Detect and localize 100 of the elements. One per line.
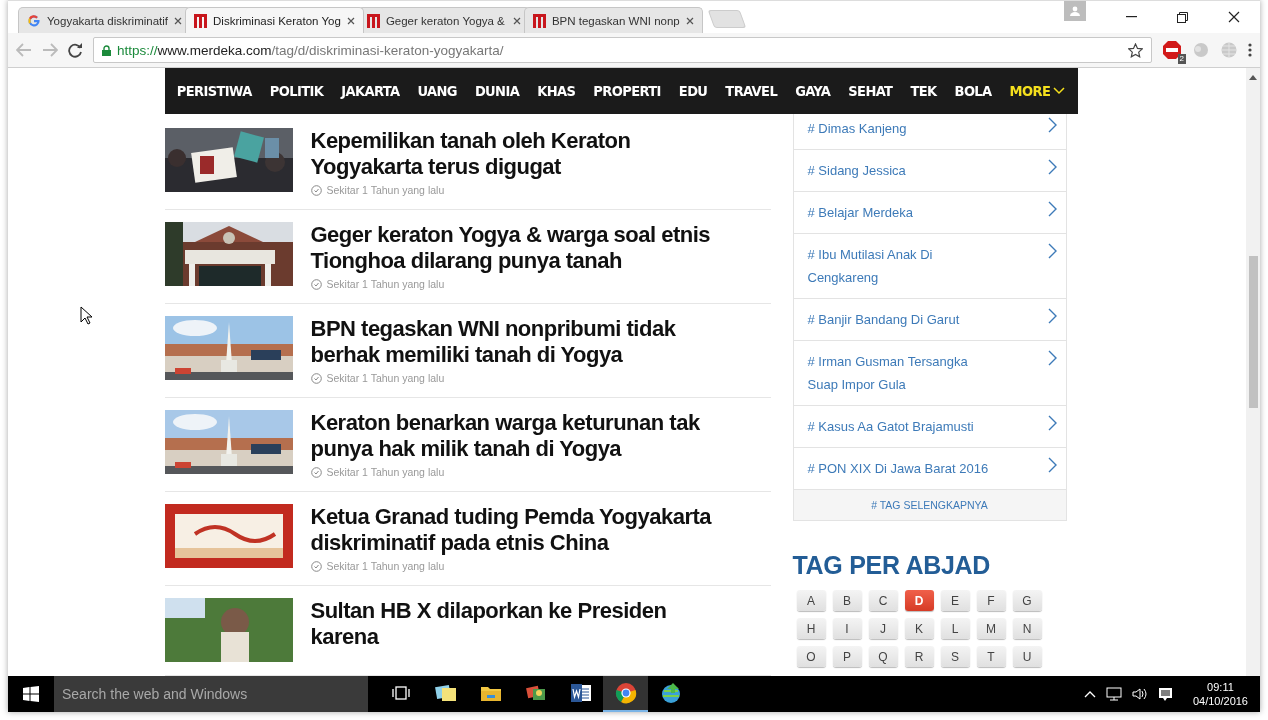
browser-tab[interactable]: BPN tegaskan WNI nonp [523,7,703,33]
star-icon[interactable] [1128,42,1143,58]
nav-link[interactable]: POLITIK [269,83,324,99]
scroll-up-icon[interactable] [1249,74,1257,80]
network-icon[interactable] [1105,687,1122,701]
merdeka-logo-icon [194,13,208,28]
notification-icon[interactable] [1157,686,1173,702]
clock-icon [310,372,322,384]
chevron-right-icon [1047,117,1058,133]
letter-button[interactable]: J [868,618,898,639]
chevron-up-icon[interactable] [1083,690,1096,698]
tag-item[interactable]: # Kasus Aa Gatot Brajamusti [793,406,1066,448]
nav-link[interactable]: BOLA [954,83,992,99]
letter-button[interactable]: O [796,646,826,667]
article-time: Sekitar 1 Tahun yang lalu [326,372,445,384]
nav-link[interactable]: UANG [417,83,457,99]
word-document-icon[interactable] [569,683,592,703]
clock-icon [310,278,322,290]
minimize-icon[interactable] [1126,16,1137,18]
letter-button[interactable]: B [832,590,862,611]
clock-icon [310,184,322,196]
chevron-right-icon [1047,350,1058,366]
close-tab-icon[interactable] [346,16,355,25]
more-tags-link[interactable]: # TAG SELENGKAPNYA [793,490,1066,520]
article-title[interactable]: Sultan HB X dilaporkan ke Presiden karena [310,598,736,650]
nav-link[interactable]: KHAS [537,83,576,99]
lock-icon [102,44,111,56]
letter-button[interactable]: N [1012,618,1042,639]
letter-button[interactable]: G [1012,590,1042,611]
nav-link[interactable]: TEK [910,83,937,99]
letter-button[interactable]: C [868,590,898,611]
article-time: Sekitar 1 Tahun yang lalu [326,278,445,290]
article-time: Sekitar 1 Tahun yang lalu [326,560,445,572]
letter-button[interactable]: S [940,646,970,667]
address-bar[interactable]: https://www.merdeka.com/tag/d/diskriminasi-keraton-yogyakarta/ [93,37,1152,63]
tag-item[interactable]: # Sidang Jessica [793,150,1066,192]
nav-link[interactable]: JAKARTA [341,83,400,99]
nav-link[interactable]: DUNIA [474,83,520,99]
article-title[interactable]: BPN tegaskan WNI nonpribumi tidak berhak memiliki tanah di Yogya [310,316,736,368]
sticky-notes-icon[interactable] [434,683,457,703]
letter-button[interactable]: P [832,646,862,667]
scroll-thumb[interactable] [1248,256,1258,408]
article-title[interactable]: Keraton benarkan warga keturunan tak punya hak milik tanah di Yogya [310,410,736,462]
tag-item[interactable]: # Irman Gusman Tersangka Suap Impor Gula [793,341,1066,406]
nav-link[interactable]: SEHAT [848,83,893,99]
section-heading: TAG PER ABJAD [792,551,991,580]
clock-icon [310,466,322,478]
chrome-icon[interactable] [614,682,637,704]
letter-button[interactable]: I [832,618,862,639]
letter-button[interactable]: K [904,618,934,639]
close-tab-icon[interactable] [685,16,694,25]
chevron-right-icon [1047,243,1058,259]
reload-icon[interactable] [68,42,83,58]
windows-logo-icon[interactable] [23,686,39,702]
folder-icon[interactable] [479,684,502,702]
letter-button[interactable]: T [976,646,1006,667]
clock-icon [310,560,322,572]
article-title[interactable]: Geger keraton Yogya & warga soal etnis Tionghoa dilarang punya tanah [310,222,736,274]
volume-icon[interactable] [1131,687,1148,701]
nav-link[interactable]: GAYA [795,83,831,99]
photo-collage-icon[interactable] [524,683,547,703]
close-icon[interactable] [1228,11,1240,23]
letter-button[interactable]: F [976,590,1006,611]
tag-item[interactable]: # Dimas Kanjeng [793,114,1066,150]
scrollbar[interactable] [1246,68,1260,676]
task-view-icon[interactable] [391,685,410,701]
nav-link[interactable]: PERISTIWA [176,83,252,99]
letter-button[interactable]: L [940,618,970,639]
letter-button[interactable]: U [1012,646,1042,667]
letter-button[interactable]: R [904,646,934,667]
nav-link[interactable]: EDU [678,83,708,99]
letter-button[interactable]: M [976,618,1006,639]
restore-icon[interactable] [1177,11,1188,23]
article-title[interactable]: Ketua Granad tuding Pemda Yogyakarta diskriminatif pada etnis China [310,504,736,556]
more-menu[interactable]: MORE [1009,83,1066,99]
letter-button[interactable]: D [904,590,934,611]
url-text: https://www.merdeka.com/tag/d/diskriminasi-keraton-yogyakarta/ [117,42,505,58]
taskbar-clock[interactable]: 09:11 04/10/2016 [1192,680,1248,708]
close-tab-icon[interactable] [174,16,183,25]
letter-button[interactable]: E [940,590,970,611]
tag-item[interactable]: # Banjir Bandang Di Garut [793,299,1066,341]
tag-item[interactable]: # Ibu Mutilasi Anak Di Cengkareng [793,234,1066,299]
google-icon [27,13,41,28]
article-time: Sekitar 1 Tahun yang lalu [326,466,445,478]
letter-button[interactable]: Q [868,646,898,667]
letter-button[interactable]: H [796,618,826,639]
browser-tab[interactable]: Diskriminasi Keraton Yog [185,7,364,33]
chevron-down-icon [1053,87,1066,95]
chevron-right-icon [1047,457,1058,473]
tag-item[interactable]: # Belajar Merdeka [793,192,1066,234]
menu-icon[interactable] [1248,43,1252,57]
article-time: Sekitar 1 Tahun yang lalu [326,184,445,196]
chevron-right-icon [1047,415,1058,431]
nav-link[interactable]: TRAVEL [725,83,778,99]
chevron-right-icon [1047,159,1058,175]
article-title[interactable]: Kepemilikan tanah oleh Keraton Yogyakarta terus digugat [310,128,736,180]
nav-link[interactable]: PROPERTI [593,83,661,99]
taskbar-search-field[interactable]: Search the web and Windows [54,676,368,712]
letter-button[interactable]: A [796,590,826,611]
close-tab-icon[interactable] [512,16,521,25]
